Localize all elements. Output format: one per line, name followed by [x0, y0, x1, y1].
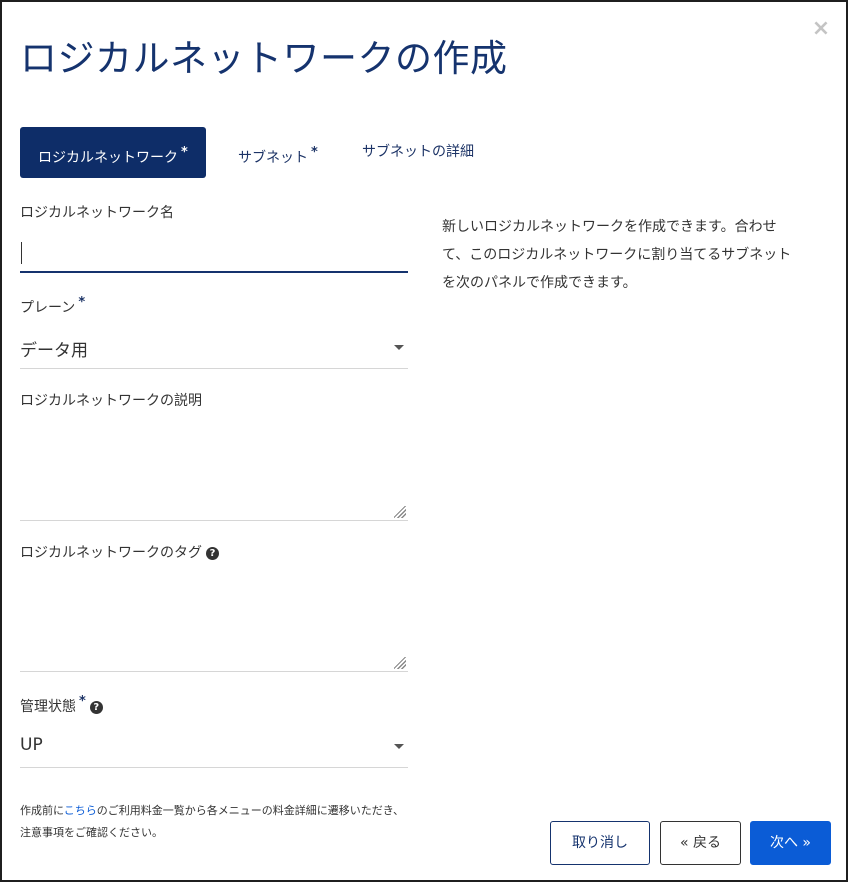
create-logical-network-dialog: ロジカルネットワークの作成 × ロジカルネットワーク * サブネット * サブネット…	[0, 0, 848, 882]
admin-state-select[interactable]: UP	[20, 729, 408, 768]
text-cursor	[21, 242, 22, 264]
cancel-button[interactable]: 取り消し	[550, 821, 650, 865]
next-button[interactable]: 次へ »	[750, 821, 831, 865]
chevron-down-icon	[394, 744, 404, 749]
required-marker: *	[311, 145, 318, 160]
footnote-line-2: 注意事項をご確認ください。	[20, 826, 163, 839]
chevron-down-icon	[394, 345, 404, 350]
tags-textarea[interactable]	[20, 571, 408, 672]
tags-label: ロジカルネットワークのタグ?	[20, 542, 219, 562]
plane-select[interactable]: データ用	[20, 330, 408, 369]
help-line: を次のパネルで作成できます。	[442, 275, 637, 291]
admin-state-label: 管理状態 *?	[20, 694, 103, 716]
tab-label: サブネットの詳細	[362, 144, 474, 160]
dialog-title: ロジカルネットワークの作成	[20, 37, 508, 80]
tab-subnet[interactable]: サブネット *	[238, 127, 318, 178]
footnote-suffix: のご利用料金一覧から各メニューの料金詳細に遷移いただき、	[96, 804, 405, 817]
tags-label-text: ロジカルネットワークのタグ	[20, 545, 202, 561]
footnote-line-1: 作成前にこちらのご利用料金一覧から各メニューの料金詳細に遷移いただき、	[20, 800, 404, 822]
tab-label: ロジカルネットワーク	[38, 150, 178, 166]
help-icon[interactable]: ?	[89, 701, 103, 714]
resize-handle-icon[interactable]	[394, 506, 406, 518]
network-name-input[interactable]	[20, 235, 408, 273]
plane-label: プレーン *	[20, 295, 85, 317]
admin-state-selected-value: UP	[20, 735, 43, 755]
resize-handle-icon[interactable]	[394, 657, 406, 669]
required-marker: *	[181, 145, 188, 160]
pricing-footnote: 作成前にこちらのご利用料金一覧から各メニューの料金詳細に遷移いただき、 注意事項…	[20, 800, 404, 844]
tab-subnet-details[interactable]: サブネットの詳細	[362, 127, 474, 178]
help-description: 新しいロジカルネットワークを作成できます。合わせ て、このロジカルネットワークに…	[442, 213, 827, 297]
plane-selected-value: データ用	[20, 341, 88, 361]
help-line: て、このロジカルネットワークに割り当てるサブネット	[442, 247, 792, 263]
network-name-label: ロジカルネットワーク名	[20, 205, 174, 221]
close-icon[interactable]: ×	[810, 18, 832, 40]
pricing-link[interactable]: こちら	[64, 804, 97, 817]
tab-logical-network[interactable]: ロジカルネットワーク *	[20, 127, 206, 178]
tab-label: サブネット	[238, 150, 308, 166]
admin-state-label-text: 管理状態	[20, 699, 76, 715]
required-marker: *	[79, 694, 86, 709]
help-line: 新しいロジカルネットワークを作成できます。合わせ	[442, 219, 777, 235]
help-icon[interactable]: ?	[206, 547, 219, 560]
description-textarea[interactable]	[20, 420, 408, 521]
required-marker: *	[78, 295, 86, 310]
back-button[interactable]: « 戻る	[660, 821, 741, 865]
plane-label-text: プレーン	[20, 300, 76, 316]
description-label: ロジカルネットワークの説明	[20, 393, 202, 409]
footnote-prefix: 作成前に	[20, 804, 64, 817]
